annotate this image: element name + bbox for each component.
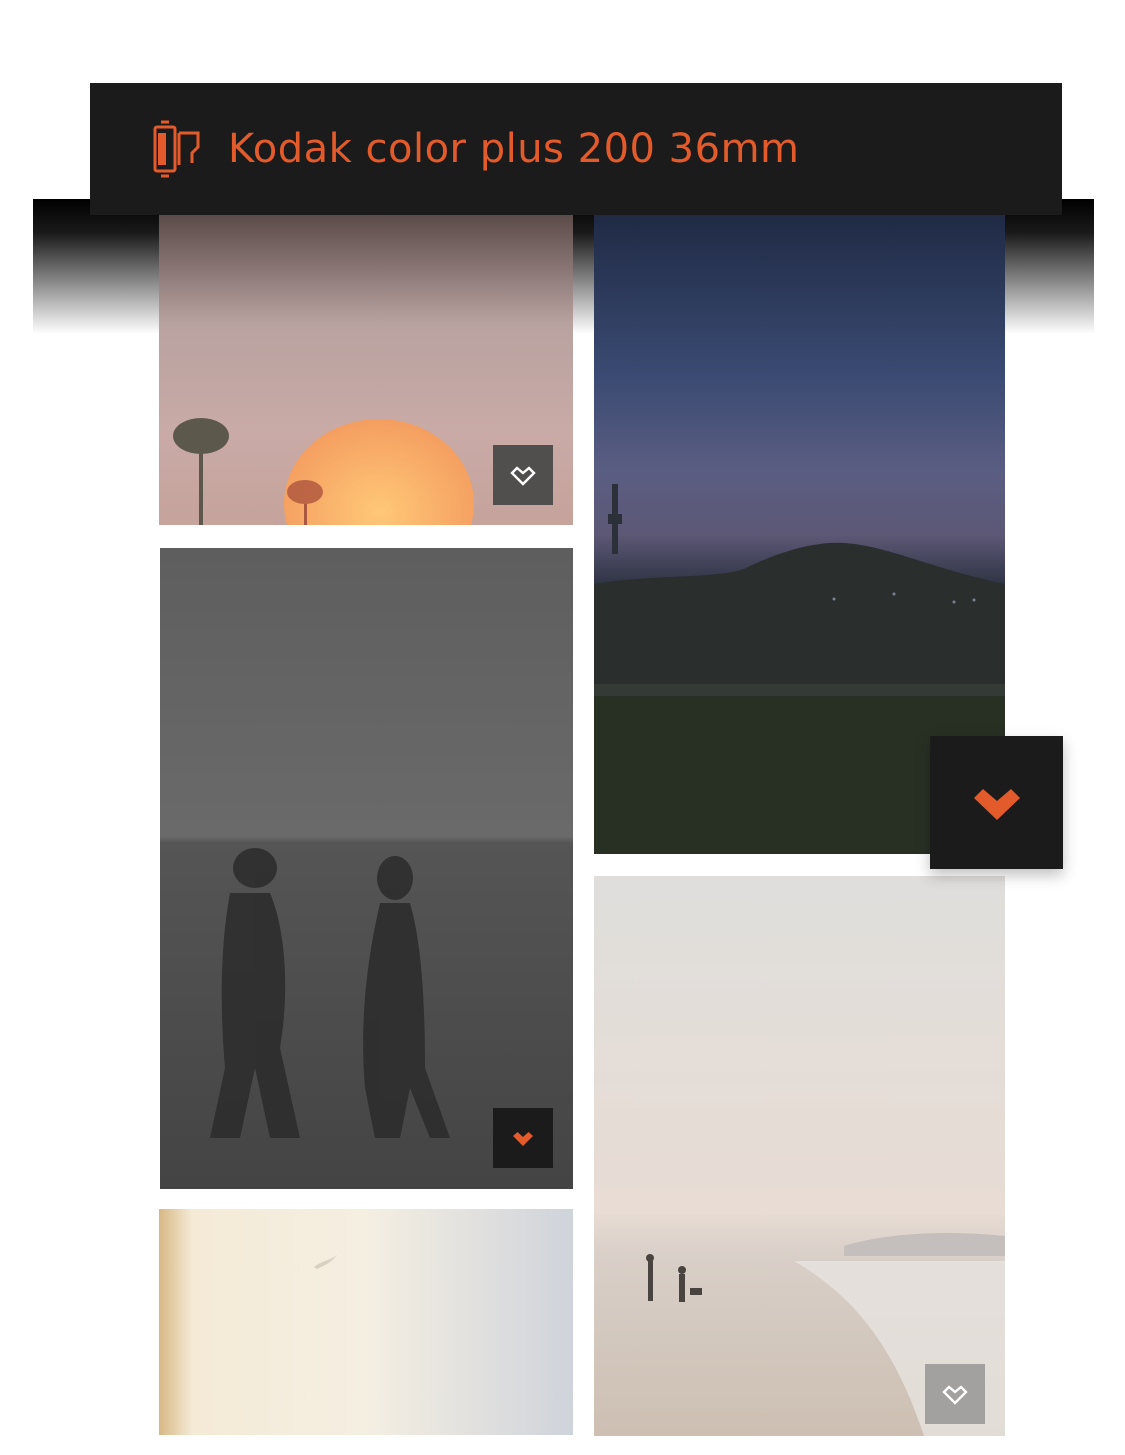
like-button-large[interactable] (930, 736, 1063, 869)
film-roll-header: Kodak color plus 200 36mm (90, 83, 1062, 215)
couple-walking-beach-photo[interactable] (160, 548, 573, 1189)
heart-filled-icon (973, 788, 1020, 820)
like-button[interactable] (925, 1364, 985, 1424)
heart-filled-icon (513, 1132, 533, 1146)
heart-outline-icon (942, 1385, 968, 1405)
bright-sky-bird-photo[interactable] (159, 1209, 573, 1435)
page-title: Kodak color plus 200 36mm (228, 126, 800, 172)
like-button[interactable] (493, 1108, 553, 1168)
like-button[interactable] (493, 445, 553, 505)
misty-beach-photo[interactable] (594, 876, 1005, 1436)
heart-outline-icon (510, 466, 536, 486)
film-roll-icon (153, 120, 200, 178)
